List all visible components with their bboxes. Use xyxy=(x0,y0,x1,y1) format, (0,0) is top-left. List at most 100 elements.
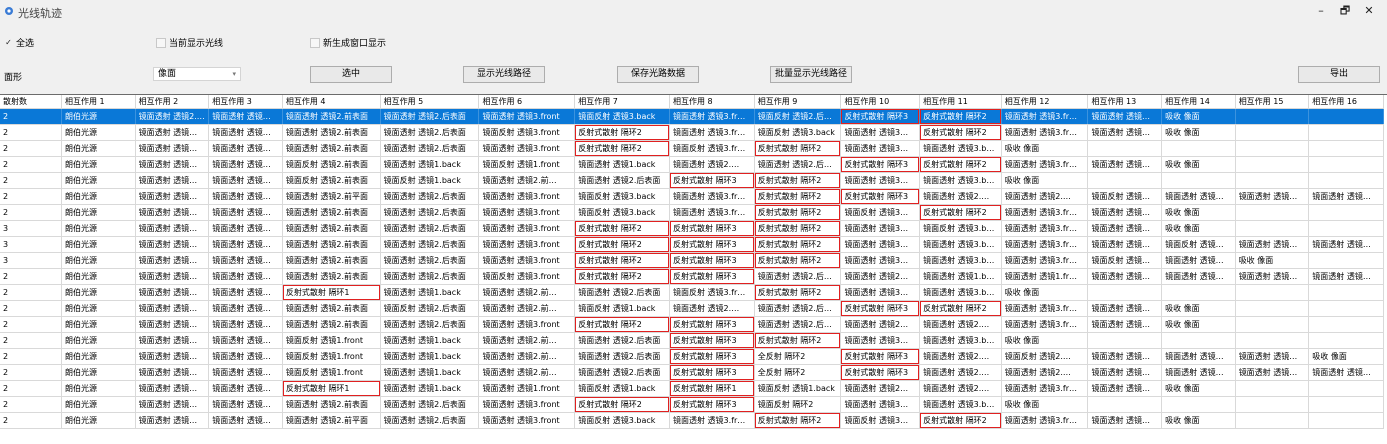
table-cell: 镜面透射 透镜2.后表面 xyxy=(574,284,671,301)
face-select[interactable]: 像面 ▾ xyxy=(153,67,241,81)
table-cell xyxy=(1235,380,1310,397)
table-row[interactable]: 2 朗伯光源 镜面透射 透镜… 镜面透射 透镜… 反射式散射 隔环1 镜面透射 透镜1.b… xyxy=(0,380,1384,397)
table-cell: 朗伯光源 xyxy=(61,396,136,413)
table-cell xyxy=(1308,172,1384,189)
table-row[interactable]: 2 朗伯光源 镜面透射 透镜… 镜面透射 透镜… 反射式散射 隔环1 镜面透射 透镜1.b… xyxy=(0,284,1384,301)
table-cell: 反射式散射 隔环1 xyxy=(282,284,381,301)
table-cell: 反射式散射 隔环2 xyxy=(574,140,671,157)
column-header[interactable]: 相互作用 14 xyxy=(1161,95,1236,109)
table-row[interactable]: 2 朗伯光源 镜面透射 透镜… 镜面透射 透镜… 镜面反射 透镜1.front 镜面透射 … xyxy=(0,348,1384,365)
table-cell: 朗伯光源 xyxy=(61,204,136,221)
table-cell: 镜面透射 透镜… xyxy=(135,140,210,157)
table-cell: 反射式散射 隔环2 xyxy=(754,284,842,301)
table-row[interactable]: 2 朗伯光源 镜面透射 透镜… 镜面透射 透镜… 镜面反射 透镜1.front 镜面透射 … xyxy=(0,364,1384,381)
table-cell: 吸收 像面 xyxy=(1161,300,1236,317)
table-row[interactable]: 2 朗伯光源 镜面透射 透镜… 镜面透射 透镜… 镜面反射 透镜2.前表面 镜面反射 透镜… xyxy=(0,172,1384,189)
table-cell: 朗伯光源 xyxy=(61,124,136,141)
table-cell: 镜面透射 透镜3.fr… xyxy=(1001,204,1089,221)
table-cell: 镜面透射 透镜2.前表面 xyxy=(282,300,381,317)
minimize-icon[interactable]: – xyxy=(1310,3,1332,19)
table-cell: 镜面反射 透镜3.b… xyxy=(919,220,1002,237)
table-cell xyxy=(1308,300,1384,317)
select-button[interactable]: 选中 xyxy=(310,66,392,83)
table-cell: 镜面透射 透镜3.front xyxy=(478,220,576,237)
column-header[interactable]: 相互作用 12 xyxy=(1001,95,1089,109)
table-row[interactable]: 2 朗伯光源 镜面透射 透镜… 镜面透射 透镜… 镜面反射 透镜1.front 镜面透射 … xyxy=(0,332,1384,349)
table-cell xyxy=(1235,124,1310,141)
table-cell xyxy=(1308,156,1384,173)
table-cell: 镜面透射 透镜… xyxy=(135,348,210,365)
table-cell: 镜面透射 透镜3.fr… xyxy=(1001,300,1089,317)
table-row[interactable]: 2 朗伯光源 镜面透射 透镜2.前… 镜面透射 透镜… 镜面透射 透镜2.前表面 镜面透射… xyxy=(0,108,1384,125)
table-row[interactable]: 3 朗伯光源 镜面透射 透镜… 镜面透射 透镜… 镜面透射 透镜2.前表面 镜面透射 透镜… xyxy=(0,252,1384,269)
table-cell: 全反射 隔环2 xyxy=(754,364,842,381)
ray-trace-table[interactable]: 散射数 相互作用 1 相互作用 2 相互作用 3 相互作用 4 相互作用 5 相互作用 6相… xyxy=(0,94,1387,444)
column-header[interactable]: 相互作用 16 xyxy=(1308,95,1384,109)
column-header[interactable]: 散射数 xyxy=(0,95,62,109)
table-cell: 镜面透射 透镜1.front xyxy=(478,380,576,397)
table-cell: 镜面透射 透镜… xyxy=(1235,236,1310,253)
table-cell: 镜面透射 透镜2.后表面 xyxy=(574,332,671,349)
table-row[interactable]: 2 朗伯光源 镜面透射 透镜… 镜面透射 透镜… 镜面透射 透镜2.前表面 镜面透射 透镜… xyxy=(0,140,1384,157)
table-cell: 镜面透射 透镜3.front xyxy=(478,204,576,221)
table-cell: 吸收 像面 xyxy=(1001,140,1089,157)
table-row[interactable]: 2 朗伯光源 镜面透射 透镜… 镜面透射 透镜… 镜面反射 透镜2.前表面 镜面透射 透镜… xyxy=(0,156,1384,173)
table-cell: 镜面透射 透镜… xyxy=(1235,268,1310,285)
column-header[interactable]: 相互作用 3 xyxy=(208,95,283,109)
column-header[interactable]: 相互作用 11 xyxy=(919,95,1002,109)
table-cell: 镜面透射 透镜… xyxy=(208,236,283,253)
close-icon[interactable]: ✕ xyxy=(1358,3,1380,19)
table-cell: 镜面透射 透镜2.后… xyxy=(754,300,842,317)
select-all-checkbox[interactable]: ✓ 全选 xyxy=(4,36,34,49)
table-cell: 镜面透射 透镜2.后表面 xyxy=(380,124,480,141)
column-header[interactable]: 相互作用 8 xyxy=(669,95,755,109)
table-cell: 反射式散射 隔环2 xyxy=(574,316,671,333)
table-cell: 镜面反射 透镜1.back xyxy=(380,172,480,189)
column-header[interactable]: 相互作用 4 xyxy=(282,95,381,109)
table-cell: 反射式散射 隔环3 xyxy=(669,396,755,413)
table-cell: 镜面透射 透镜2.后表面 xyxy=(380,140,480,157)
table-row[interactable]: 2 朗伯光源 镜面透射 透镜… 镜面透射 透镜… 镜面透射 透镜2.前平面 镜面透射 透镜… xyxy=(0,188,1384,205)
table-cell: 镜面透射 透镜2.后表面 xyxy=(380,188,480,205)
table-cell: 镜面透射 透镜3.fr… xyxy=(1001,380,1089,397)
show-path-button[interactable]: 显示光线路径 xyxy=(463,66,545,83)
show-current-checkbox[interactable]: 当前显示光线 xyxy=(156,36,223,49)
restore-icon[interactable]: 🗗 xyxy=(1334,3,1356,19)
column-header[interactable]: 相互作用 2 xyxy=(135,95,210,109)
column-header[interactable]: 相互作用 9 xyxy=(754,95,842,109)
table-row[interactable]: 3 朗伯光源 镜面透射 透镜… 镜面透射 透镜… 镜面透射 透镜2.前表面 镜面透射 透镜… xyxy=(0,236,1384,253)
table-cell: 2 xyxy=(0,396,62,413)
table-cell: 镜面透射 透镜… xyxy=(1308,236,1384,253)
table-cell xyxy=(1235,172,1310,189)
table-row[interactable]: 2 朗伯光源 镜面透射 透镜… 镜面透射 透镜… 镜面透射 透镜2.前表面 镜面透射 透镜… xyxy=(0,268,1384,285)
batch-show-button[interactable]: 批量显示光线路径 xyxy=(770,66,852,83)
table-cell: 镜面透射 透镜3.b… xyxy=(919,140,1002,157)
table-row[interactable]: 2 朗伯光源 镜面透射 透镜… 镜面透射 透镜… 镜面透射 透镜2.前表面 镜面透射 透镜… xyxy=(0,396,1384,413)
table-header-row: 散射数 相互作用 1 相互作用 2 相互作用 3 相互作用 4 相互作用 5 相互作用 6相… xyxy=(0,95,1384,109)
table-cell: 镜面透射 透镜… xyxy=(1087,236,1163,253)
column-header[interactable]: 相互作用 13 xyxy=(1087,95,1163,109)
table-cell: 镜面透射 透镜2.后表面 xyxy=(380,316,480,333)
table-row[interactable]: 2 朗伯光源 镜面透射 透镜… 镜面透射 透镜… 镜面透射 透镜2.前表面 镜面透射 透镜… xyxy=(0,204,1384,221)
column-header[interactable]: 相互作用 6 xyxy=(478,95,576,109)
table-row[interactable]: 2 朗伯光源 镜面透射 透镜… 镜面透射 透镜… 镜面透射 透镜2.前表面 镜面反射 透镜… xyxy=(0,300,1384,317)
table-row[interactable]: 2 朗伯光源 镜面透射 透镜… 镜面透射 透镜… 镜面透射 透镜2.前表面 镜面透射 透镜… xyxy=(0,316,1384,333)
table-cell: 镜面反射 透镜2.后… xyxy=(754,108,842,125)
column-header[interactable]: 相互作用 1 xyxy=(61,95,136,109)
table-row[interactable]: 2 朗伯光源 镜面透射 透镜… 镜面透射 透镜… 镜面透射 透镜2.前表面 镜面透射 透镜… xyxy=(0,124,1384,141)
table-cell xyxy=(1308,220,1384,237)
column-header[interactable]: 相互作用 5 xyxy=(380,95,480,109)
table-cell: 2 xyxy=(0,316,62,333)
column-header[interactable]: 相互作用 10 xyxy=(840,95,921,109)
save-data-button[interactable]: 保存光路数据 xyxy=(617,66,699,83)
new-window-checkbox[interactable]: 新生成窗口显示 xyxy=(310,36,386,49)
table-row[interactable]: 2 朗伯光源 镜面透射 透镜… 镜面透射 透镜… 镜面透射 透镜2.前平面 镜面透射 透镜… xyxy=(0,412,1384,429)
table-cell: 镜面透射 透镜2.前表面 xyxy=(282,396,381,413)
column-header[interactable]: 相互作用 15 xyxy=(1235,95,1310,109)
table-cell: 镜面透射 透镜… xyxy=(208,140,283,157)
column-header[interactable]: 相互作用 7 xyxy=(574,95,671,109)
table-cell: 镜面透射 透镜… xyxy=(135,300,210,317)
table-row[interactable]: 3 朗伯光源 镜面透射 透镜… 镜面透射 透镜… 镜面透射 透镜2.前表面 镜面透射 透镜… xyxy=(0,220,1384,237)
table-cell xyxy=(1235,156,1310,173)
export-button[interactable]: 导出 xyxy=(1298,66,1380,83)
